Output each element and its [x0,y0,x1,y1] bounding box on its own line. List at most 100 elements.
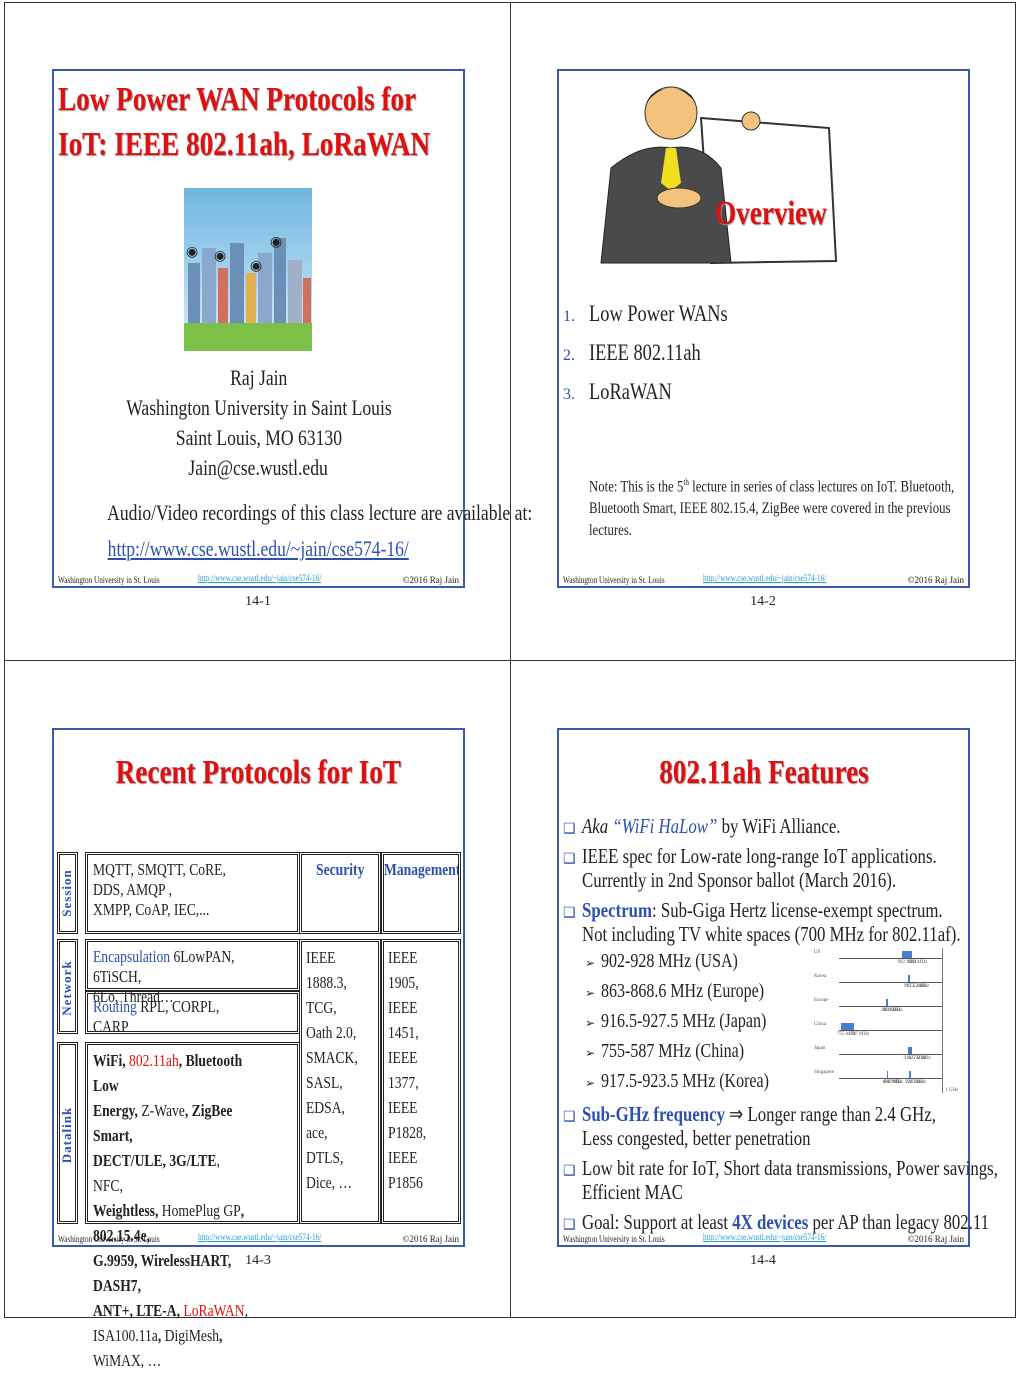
footer-link[interactable]: http://www.cse.wustl.edu/~jain/cse574-16… [703,1232,826,1242]
lecture-link[interactable]: http://www.cse.wustl.edu/~jain/cse574-16… [108,536,409,562]
ghz-axis [942,948,943,1093]
svg-text:◉: ◉ [250,259,262,274]
footer-copyright: ©2016 Raj Jain [402,575,459,585]
band-edge-label: 787 MHz [850,1032,870,1037]
page-number: 14-3 [245,1253,271,1268]
datalink-protocol: Energy, [93,1101,138,1120]
band-axis [839,1006,942,1007]
arrow-bullet-icon: ➢ [585,1046,596,1060]
page-number: 14-2 [750,594,776,609]
management-item: IEEE 1905, [388,948,419,992]
footer-link[interactable]: http://www.cse.wustl.edu/~jain/cse574-16… [198,573,321,583]
svg-text:◉: ◉ [186,245,198,260]
text: Low bit rate for IoT, Short data transmi… [581,1156,998,1180]
datalink-protocol: , [219,1326,223,1345]
layer-label: Session [59,869,74,917]
layer-datalink: Datalink [57,1042,78,1224]
encapsulation-cell: Encapsulation 6LowPAN, 6TiSCH, 6Lo, Threa… [85,939,300,1006]
slide-14-2: Overview 1. Low Power WANs 2. IEEE 802.1… [557,69,970,588]
bullet-spec: ❑ IEEE spec for Low-rate long-range IoT a… [563,844,937,892]
band-bar [886,1071,889,1078]
band-axis [839,1030,942,1031]
layer-label: Datalink [59,1106,74,1164]
email[interactable]: Jain@cse.wustl.edu [189,455,328,481]
datalink-protocol: Z-Wave [137,1101,185,1120]
presenter-cartoon-image [600,86,838,265]
arrow-bullet-icon: ➢ [585,986,596,1000]
band-axis [839,982,942,983]
item-number: 1. [563,308,575,325]
band-edge-label: 868 MHz [883,1008,903,1013]
band-text: 863-868.6 MHz (Europe) [601,980,765,1002]
page-number: 14-4 [750,1253,776,1268]
slide-14-3: Recent Protocols for IoT Session Network… [52,728,465,1370]
band-edge-label: 928 MHz [908,960,928,965]
subghz-label: Sub-GHz frequency [581,1102,725,1126]
band-edge-label: 869 MHz [884,1080,904,1085]
management-header: Management [381,852,461,934]
datalink-cell: WiFi, 802.11ah, Bluetooth Low Energy, Z-W… [85,1042,300,1370]
slide-footer: Washington University in St. Louis http:/… [563,573,964,585]
slide-footer: Washington University in St. Louis http:/… [58,573,459,585]
arrow-bullet-icon: ➢ [585,1076,596,1090]
band-bar [907,1047,913,1054]
text: Efficient MAC [581,1180,683,1204]
slide-title: Recent Protocols for IoT [115,754,402,791]
iot-city-image: ◉ ◉ ◉ ◉ [184,188,312,351]
security-item: ace, [306,1123,328,1142]
routing-label: Routing [93,997,137,1016]
security-item: DTLS, [306,1148,344,1167]
security-item: SASL, [306,1073,343,1092]
footer-university: Washington University in St. Louis [563,1234,665,1244]
country-label: Korea [814,974,827,979]
band-item: ➢ 755-587 MHz (China) [585,1040,780,1063]
page-number: 14-1 [245,594,271,609]
datalink-protocol: 802.11ah [129,1051,179,1070]
band-edge-label: 923.5 MHz [906,984,930,989]
security-header: Security [299,852,381,934]
layer-label: Network [59,960,74,1016]
svg-text:◉: ◉ [214,249,226,264]
datalink-protocol: Weightless, [93,1201,159,1220]
text: : Sub-Giga Hertz license-exempt spectrum… [651,898,943,922]
text: by WiFi Alliance. [716,814,841,838]
session-protocols: XMPP, CoAP, IEC,... [93,900,210,919]
author: Raj Jain [229,365,288,390]
item-text: LoRaWAN [588,379,672,404]
security-item: Oath 2.0, [306,1023,357,1042]
footer-link[interactable]: http://www.cse.wustl.edu/~jain/cse574-16… [198,1232,321,1242]
country-label: Japan [814,1046,826,1051]
datalink-protocol: G.9959, WirelessHART, DASH7, [93,1251,232,1295]
management-item: IEEE P1856 [388,1148,423,1192]
band-bar [901,951,913,958]
datalink-protocol: HomePlug GP [158,1201,241,1220]
footer-link[interactable]: http://www.cse.wustl.edu/~jain/cse574-16… [703,573,826,583]
management-cell: IEEE 1905, IEEE 1451, IEEE 1377, IEEE P1828… [381,939,461,1224]
footer-copyright: ©2016 Raj Jain [907,575,964,585]
overview-item: 2. IEEE 802.11ah [563,340,728,366]
bullet-spectrum: ❑ Spectrum: Sub-Giga Hertz license-exempt… [563,898,961,946]
arrow-bullet-icon: ➢ [585,1016,596,1030]
city: Saint Louis, MO 63130 [175,425,342,450]
overview-item: 3. LoRaWAN [563,379,692,405]
note-text: Note: This is the 5 [589,478,684,496]
band-bar [885,999,888,1006]
bullet-lowbit: ❑ Low bit rate for IoT, Short data transm… [563,1156,998,1204]
slide-footer: Washington University in St. Louis http:/… [58,1232,459,1244]
band-bar [841,1023,855,1030]
management-header-text: Management [384,860,461,879]
band-bar [909,1071,912,1078]
text: Less congested, better penetration [581,1126,811,1150]
band-text: 902-928 MHz (USA) [601,950,738,972]
security-item: IEEE 1888.3, [306,948,347,992]
management-item: IEEE 1451, [388,998,419,1042]
band-axis [839,1054,942,1055]
item-text: IEEE 802.11ah [588,340,701,365]
footer-university: Washington University in St. Louis [58,575,160,585]
text: Not including TV white spaces (700 MHz f… [581,922,961,946]
security-item: Dice, … [306,1173,353,1192]
country-label: Singapore [814,1070,835,1075]
text: ⇒ Longer range than 2.4 GHz, [724,1102,936,1126]
lecture-note: Note: This is the 5th lecture in series … [589,471,1020,542]
ghz-label: 1 GHz [945,1088,959,1093]
